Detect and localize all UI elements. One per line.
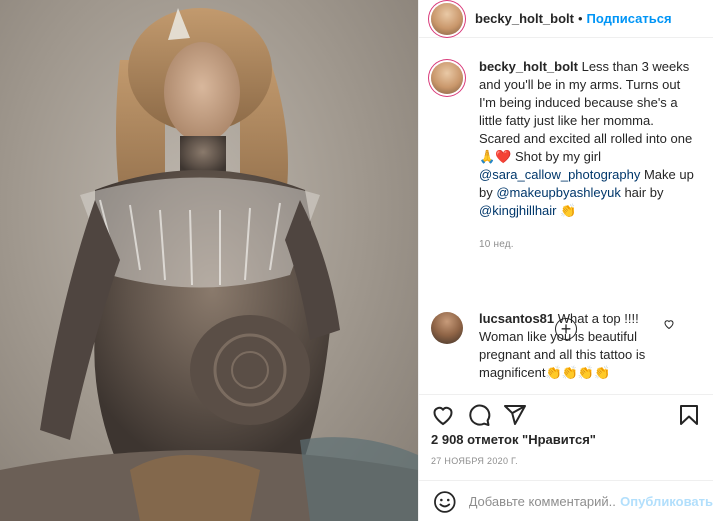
- caption-text-3: hair by: [620, 185, 664, 200]
- emoji-icon[interactable]: [433, 490, 457, 514]
- bookmark-icon[interactable]: [677, 403, 701, 427]
- comment-body: lucsantos81 What a top !!!! Woman like y…: [479, 310, 679, 382]
- caption-time[interactable]: 10 нед.: [479, 236, 697, 254]
- comment-icon[interactable]: [467, 403, 491, 427]
- header-separator: •: [577, 11, 583, 26]
- likes-count[interactable]: 2 908 отметок "Нравится": [431, 432, 596, 447]
- caption-avatar[interactable]: [431, 62, 463, 94]
- follow-button[interactable]: Подписаться: [587, 11, 672, 26]
- commenter-username[interactable]: lucsantos81: [479, 311, 554, 326]
- post-actions-bar: [419, 394, 713, 435]
- post-side-panel: becky_holt_bolt • Подписаться becky_holt…: [418, 0, 713, 521]
- caption-username[interactable]: becky_holt_bolt: [479, 59, 578, 74]
- caption-body: becky_holt_bolt Less than 3 weeks and yo…: [479, 58, 697, 254]
- caption-text-1: Less than 3 weeks and you'll be in my ar…: [479, 59, 693, 164]
- share-icon[interactable]: [503, 403, 527, 427]
- post-header: becky_holt_bolt • Подписаться: [419, 0, 713, 38]
- comments-section: becky_holt_bolt Less than 3 weeks and yo…: [419, 58, 713, 394]
- comment-input[interactable]: Добавьте комментарий...: [469, 494, 617, 509]
- caption-mention-photographer[interactable]: @sara_callow_photography: [479, 167, 640, 182]
- heart-icon[interactable]: [431, 403, 455, 427]
- comment-item: lucsantos81 What a top !!!! Woman like y…: [419, 310, 695, 382]
- post-photo[interactable]: [0, 0, 418, 521]
- commenter-avatar[interactable]: [431, 312, 463, 344]
- author-avatar[interactable]: [431, 2, 463, 35]
- publish-comment-button[interactable]: Опубликовать: [620, 494, 713, 509]
- post-date[interactable]: 27 НОЯБРЯ 2020 Г.: [431, 456, 518, 466]
- caption-text-4: 👏: [556, 203, 577, 218]
- caption-mention-hair[interactable]: @kingjhillhair: [479, 203, 557, 218]
- author-username[interactable]: becky_holt_bolt: [475, 11, 574, 26]
- caption-mention-makeup[interactable]: @makeupbyashleyuk: [496, 185, 620, 200]
- like-comment-heart-icon[interactable]: [663, 318, 675, 330]
- photo-illustration: [0, 8, 418, 521]
- add-comment-bar: Добавьте комментарий... Опубликовать: [419, 480, 713, 522]
- instagram-post: becky_holt_bolt • Подписаться becky_holt…: [0, 0, 713, 521]
- caption-comment: becky_holt_bolt Less than 3 weeks and yo…: [419, 58, 713, 254]
